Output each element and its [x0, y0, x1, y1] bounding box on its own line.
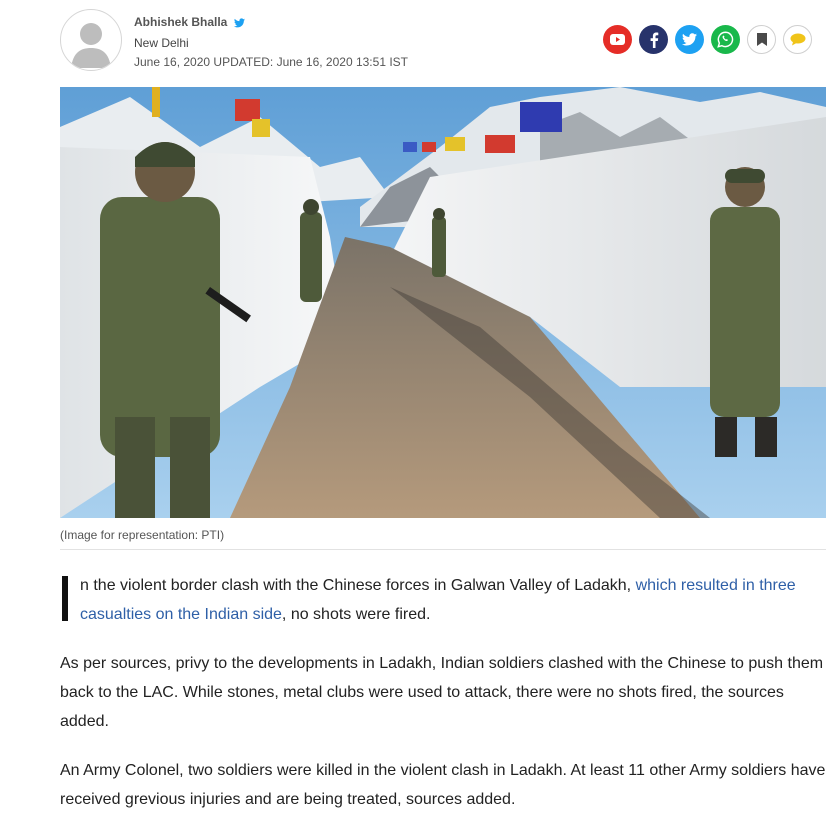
bookmark-icon — [756, 33, 767, 46]
updated-date: June 16, 2020 13:51 IST — [276, 55, 408, 69]
image-caption: (Image for representation: PTI) — [60, 528, 225, 542]
divider — [60, 549, 826, 550]
avatar-placeholder-icon — [71, 23, 111, 68]
twitter-icon — [682, 33, 697, 46]
comment-button[interactable] — [783, 25, 812, 54]
publish-dates: June 16, 2020 UPDATED: June 16, 2020 13:… — [134, 53, 408, 72]
youtube-share-button[interactable] — [603, 25, 632, 54]
comment-icon — [790, 33, 805, 46]
share-bar — [603, 25, 812, 54]
byline: Abhishek Bhalla New Delhi June 16, 2020 … — [134, 13, 408, 72]
facebook-icon — [650, 32, 658, 48]
article-photo — [60, 87, 826, 518]
paragraph-1-text-end: , no shots were fired. — [281, 606, 431, 623]
published-date: June 16, 2020 — [134, 55, 211, 69]
article-body: n the violent border clash with the Chin… — [60, 571, 826, 834]
paragraph-1-text-start: n the violent border clash with the Chin… — [80, 577, 636, 594]
youtube-icon — [610, 34, 625, 45]
whatsapp-share-button[interactable] — [711, 25, 740, 54]
updated-label: UPDATED: — [213, 55, 274, 69]
paragraph-2: As per sources, privy to the development… — [60, 655, 824, 730]
dropcap — [62, 576, 68, 621]
facebook-share-button[interactable] — [639, 25, 668, 54]
twitter-bird-icon[interactable] — [233, 15, 245, 34]
whatsapp-icon — [717, 31, 734, 48]
paragraph-1: n the violent border clash with the Chin… — [60, 571, 826, 629]
twitter-share-button[interactable] — [675, 25, 704, 54]
paragraph-3: An Army Colonel, two soldiers were kille… — [60, 762, 826, 808]
bookmark-button[interactable] — [747, 25, 776, 54]
author-location: New Delhi — [134, 36, 189, 50]
author-avatar[interactable] — [60, 9, 122, 71]
author-name[interactable]: Abhishek Bhalla — [134, 15, 227, 29]
soldiers-snow-road-image — [60, 87, 826, 518]
